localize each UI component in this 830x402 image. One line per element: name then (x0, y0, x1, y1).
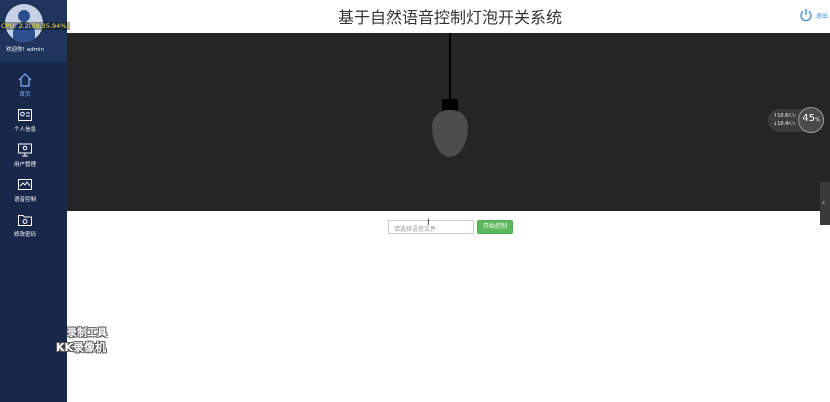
recorder-watermark: 录制工具 KK录像机 (56, 327, 136, 355)
download-speed: ↓10.4K/s (773, 121, 796, 127)
sidebar-item-label: 修改密码 (13, 232, 36, 238)
text-cursor-icon: I (427, 218, 430, 228)
sidebar-item-home[interactable]: 首页 (0, 72, 67, 104)
welcome-label: 欢迎你! (6, 47, 25, 53)
power-icon (800, 9, 812, 22)
bulb-cord (449, 33, 451, 101)
page-title: 基于自然语音控制灯泡开关系统 (337, 8, 562, 27)
sidebar-item-label: 首页 (19, 92, 31, 98)
voice-file-input[interactable]: 请选择语音文件 (388, 220, 474, 234)
light-bulb-icon (432, 110, 468, 157)
sidebar-item-label: 语音控制 (13, 197, 36, 203)
watermark-line1: 录制工具 (67, 328, 107, 339)
start-control-button[interactable]: 开始控制 (477, 220, 513, 234)
sidebar-item-user-management[interactable]: 用户管理 (0, 142, 67, 174)
sidebar-item-profile[interactable]: 个人信息 (0, 107, 67, 139)
voice-control-icon (18, 179, 32, 190)
user-panel: CPU: 2.2(59.35.94%) 欢迎你! admin (0, 0, 71, 62)
cpu-overlay-text: CPU: 2.2(59.35.94%) (0, 22, 71, 30)
watermark-line2: KK录像机 (56, 341, 107, 354)
username: admin (26, 47, 44, 53)
home-icon (18, 73, 32, 87)
logout-label: 退出 (816, 13, 829, 20)
welcome-text: 欢迎你! admin (6, 45, 46, 53)
sidebar-item-voice-control[interactable]: 语音控制 (0, 177, 67, 209)
usage-percent: 45 (802, 113, 815, 124)
sidebar-item-label: 用户管理 (13, 162, 36, 168)
password-icon (18, 215, 32, 226)
bulb-display (67, 33, 830, 211)
user-manage-icon (18, 143, 32, 157)
sidebar-item-change-password[interactable]: 修改密码 (0, 212, 67, 244)
usage-gauge[interactable]: 45% (798, 107, 824, 133)
side-collapse-tab[interactable]: ‹ (820, 182, 830, 225)
profile-icon (18, 109, 32, 121)
sidebar-item-label: 个人信息 (13, 127, 36, 133)
chevron-left-icon: ‹ (822, 198, 826, 207)
upload-speed: ↑10.6K/s (773, 113, 796, 119)
